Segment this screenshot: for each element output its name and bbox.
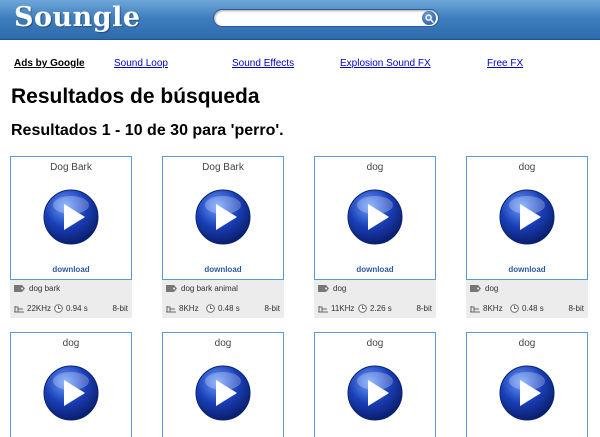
page-title: Resultados de búsqueda [11,85,260,108]
result-meta: dog 8KHz 0.48 s 8-bit [466,280,588,318]
tag-icon [166,285,177,292]
result-title: dog [366,338,384,349]
result-thumb: Dog Bark download [162,156,284,280]
play-icon[interactable] [43,365,99,421]
result-thumb: dog download [466,156,588,280]
result-meta: dog bark 22KHz 0.94 s 8-bit [10,280,132,318]
play-icon[interactable] [499,189,555,245]
sample-rate: 11KHz [331,304,355,313]
play-icon[interactable] [43,189,99,245]
ads-by-google-label[interactable]: Ads by Google [14,58,85,69]
search-input[interactable] [222,11,418,25]
result-tag[interactable]: dog bark animal [181,284,238,293]
tag-icon [14,285,25,292]
result-title: Dog Bark [202,162,244,173]
clock-icon [54,304,63,313]
search-button[interactable] [422,11,436,25]
bit-depth: 8-bit [264,304,280,313]
play-icon[interactable] [195,189,251,245]
result-card: dog [466,332,588,437]
result-title: dog [214,338,232,349]
result-card: dog [314,332,436,437]
result-thumb: dog download [314,156,436,280]
tag-icon [470,285,481,292]
download-link[interactable]: download [315,265,435,274]
result-title: dog [518,162,536,173]
result-title: dog [518,338,536,349]
result-thumb: dog [10,332,132,437]
play-icon[interactable] [499,365,555,421]
sample-rate: 22KHz [27,304,52,313]
waveform-icon [470,305,480,312]
download-link[interactable]: download [163,265,283,274]
waveform-icon [318,305,328,312]
result-card: Dog Bark download dog bark 22KHz 0.94 s … [10,156,132,318]
play-icon[interactable] [347,189,403,245]
result-title: dog [366,162,384,173]
magnifier-icon [424,13,434,23]
result-meta: dog bark animal 8KHz 0.48 s 8-bit [162,280,284,318]
play-icon[interactable] [195,365,251,421]
duration: 0.48 s [218,304,240,313]
clock-icon [510,304,519,313]
download-link[interactable]: download [11,265,131,274]
ad-link-explosion-sound-fx[interactable]: Explosion Sound FX [340,58,431,69]
result-card: dog download dog 11KHz 2.26 s 8-bit [314,156,436,318]
waveform-icon [14,305,24,312]
result-thumb: dog [466,332,588,437]
waveform-icon [166,305,176,312]
result-tag[interactable]: dog [333,284,346,293]
duration: 0.48 s [522,304,544,313]
bit-depth: 8-bit [568,304,584,313]
result-card: dog download dog 8KHz 0.48 s 8-bit [466,156,588,318]
result-card: dog [10,332,132,437]
result-title: Dog Bark [50,162,92,173]
results-summary: Resultados 1 - 10 de 30 para 'perro'. [11,122,284,139]
sample-rate: 8KHz [483,304,503,313]
download-link[interactable]: download [467,265,587,274]
site-logo[interactable]: Soungle [14,2,141,33]
result-thumb: dog [314,332,436,437]
ads-bar: Ads by Google Sound Loop Sound Effects E… [0,54,600,74]
result-thumb: Dog Bark download [10,156,132,280]
bit-depth: 8-bit [112,304,128,313]
ad-link-free-fx[interactable]: Free FX [487,58,523,69]
clock-icon [206,304,215,313]
result-card: dog [162,332,284,437]
result-tag[interactable]: dog bark [29,284,60,293]
result-title: dog [62,338,80,349]
result-card: Dog Bark download dog bark animal 8KHz 0… [162,156,284,318]
ad-link-sound-loop[interactable]: Sound Loop [114,58,168,69]
play-icon[interactable] [347,365,403,421]
result-thumb: dog [162,332,284,437]
clock-icon [358,304,367,313]
bit-depth: 8-bit [416,304,432,313]
duration: 0.94 s [66,304,88,313]
result-meta: dog 11KHz 2.26 s 8-bit [314,280,436,318]
site-header: Soungle [0,0,600,40]
duration: 2.26 s [370,304,392,313]
ad-link-sound-effects[interactable]: Sound Effects [232,58,294,69]
sample-rate: 8KHz [179,304,199,313]
tag-icon [318,285,329,292]
result-tag[interactable]: dog [485,284,498,293]
search-box[interactable] [213,9,439,27]
